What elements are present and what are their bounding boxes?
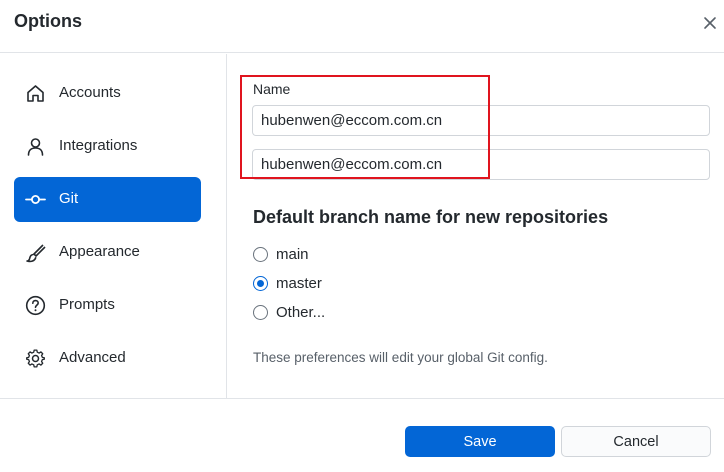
radio-label: master — [276, 274, 322, 292]
git-commit-icon — [25, 189, 46, 210]
sidebar-item-label: Integrations — [59, 137, 138, 154]
sidebar-item-advanced[interactable]: Advanced — [14, 336, 201, 381]
radio-button[interactable] — [253, 304, 268, 320]
sidebar-item-accounts[interactable]: Accounts — [14, 71, 201, 116]
options-dialog: Options Accounts Integrations Git Appear… — [0, 0, 724, 472]
sidebar-item-label: Git — [59, 190, 79, 207]
sidebar: Accounts Integrations Git Appearance Pro… — [0, 54, 227, 398]
sidebar-item-appearance[interactable]: Appearance — [14, 230, 201, 275]
radio-option-other[interactable]: Other... — [253, 302, 325, 322]
question-icon — [25, 295, 46, 316]
sidebar-item-label: Prompts — [59, 296, 115, 313]
sidebar-item-label: Appearance — [59, 243, 140, 260]
highlight-box — [240, 75, 490, 179]
dialog-footer: Save Cancel — [0, 398, 724, 472]
radio-label: main — [276, 245, 309, 263]
sidebar-item-label: Advanced — [59, 349, 126, 366]
home-icon — [25, 83, 46, 104]
title-bar: Options — [0, 0, 724, 53]
branch-heading: Default branch name for new repositories — [253, 207, 609, 227]
gear-icon — [25, 348, 46, 369]
sidebar-item-integrations[interactable]: Integrations — [14, 124, 201, 169]
git-settings-panel: Name Default branch name for new reposit… — [228, 54, 724, 398]
hint-text: These preferences will edit your global … — [253, 350, 548, 365]
close-icon[interactable] — [700, 13, 720, 33]
radio-label: Other... — [276, 303, 326, 321]
cancel-button[interactable]: Cancel — [561, 426, 711, 457]
save-button[interactable]: Save — [405, 426, 555, 457]
radio-option-master[interactable]: master — [253, 273, 322, 293]
paintbrush-icon — [25, 242, 46, 263]
radio-option-main[interactable]: main — [253, 244, 309, 264]
radio-button[interactable] — [253, 275, 268, 291]
sidebar-item-label: Accounts — [59, 84, 121, 101]
sidebar-item-prompts[interactable]: Prompts — [14, 283, 201, 328]
dialog-title: Options — [14, 11, 82, 31]
sidebar-item-git[interactable]: Git — [14, 177, 201, 222]
person-icon — [25, 136, 46, 157]
radio-button[interactable] — [253, 246, 268, 262]
